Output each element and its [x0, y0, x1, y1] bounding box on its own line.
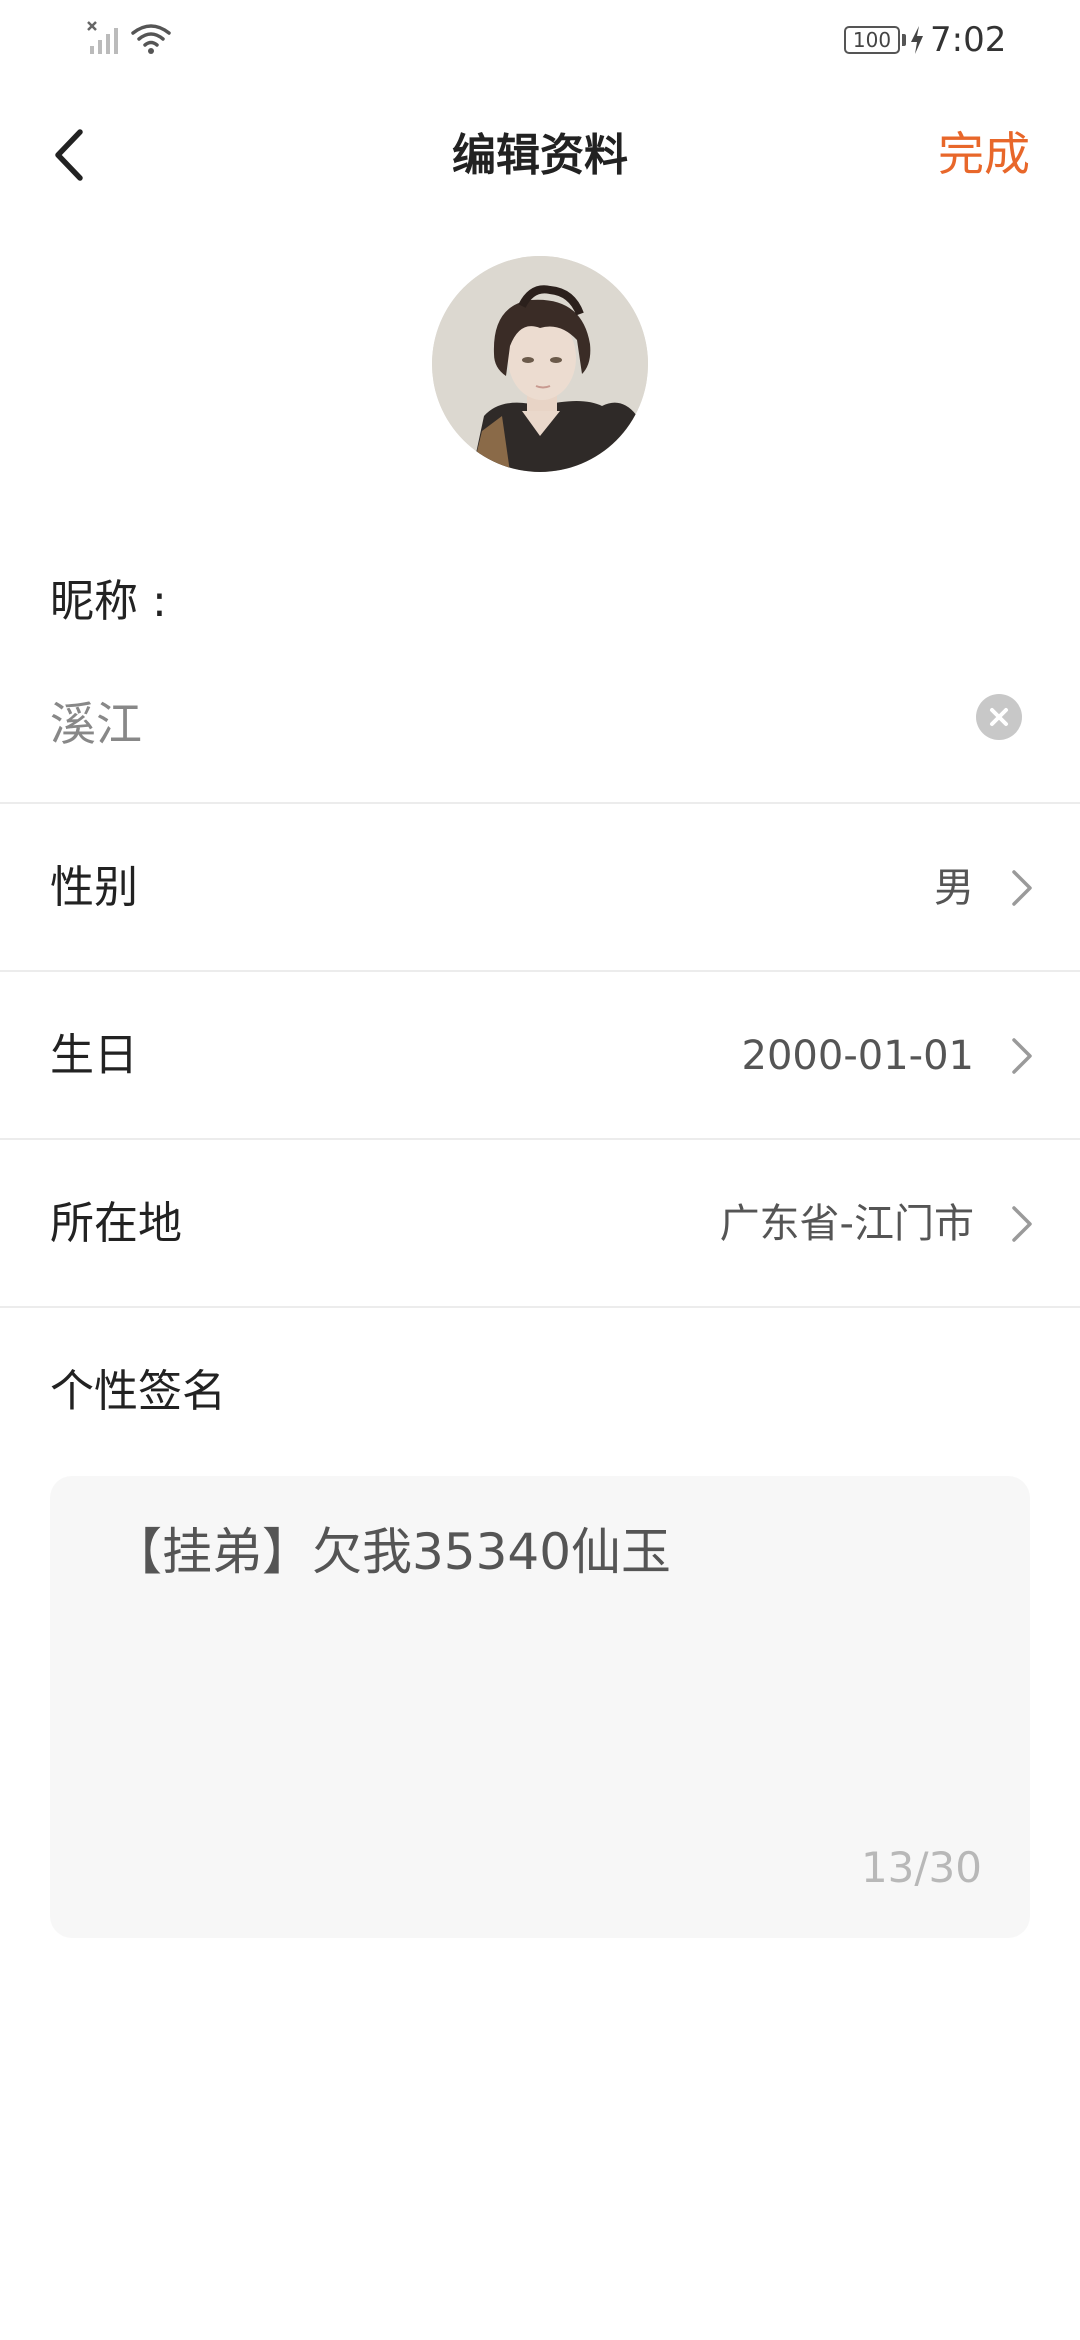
divider: [0, 1306, 1080, 1308]
clear-icon: [990, 708, 1008, 726]
gender-label: 性别: [50, 862, 138, 913]
done-button[interactable]: 完成: [938, 124, 1030, 184]
avatar-image: [432, 256, 648, 472]
nickname-label: 昵称 :: [50, 576, 167, 627]
status-bar: 100 7:02: [0, 0, 1080, 80]
birthday-row[interactable]: 生日 2000-01-01: [0, 972, 1080, 1140]
gender-value: 男: [934, 865, 974, 911]
location-value: 广东省-江门市: [719, 1201, 974, 1247]
clear-button[interactable]: [976, 694, 1022, 740]
chevron-right-icon: [1012, 1206, 1032, 1242]
gender-row[interactable]: 性别 男: [0, 804, 1080, 972]
location-label: 所在地: [50, 1198, 182, 1249]
status-time: 7:02: [930, 20, 1007, 60]
wifi-icon: [131, 24, 171, 54]
birthday-value: 2000-01-01: [741, 1033, 974, 1079]
birthday-label: 生日: [50, 1030, 138, 1081]
battery-cap: [902, 34, 906, 46]
battery-indicator: 100: [844, 26, 900, 54]
signature-label: 个性签名: [50, 1366, 226, 1417]
avatar[interactable]: [432, 256, 648, 472]
nickname-input[interactable]: [50, 688, 950, 754]
chevron-right-icon: [1012, 1038, 1032, 1074]
page-title: 编辑资料: [452, 130, 628, 181]
signature-text[interactable]: 【挂弟】欠我35340仙玉: [112, 1520, 972, 1584]
signature-textarea[interactable]: 【挂弟】欠我35340仙玉 13/30: [50, 1476, 1030, 1938]
chevron-right-icon: [1012, 870, 1032, 906]
charging-icon: [911, 26, 923, 54]
signature-char-count: 13/30: [860, 1843, 982, 1892]
header: 编辑资料 完成: [0, 100, 1080, 210]
location-row[interactable]: 所在地 广东省-江门市: [0, 1140, 1080, 1308]
signal-icon: [87, 21, 118, 54]
